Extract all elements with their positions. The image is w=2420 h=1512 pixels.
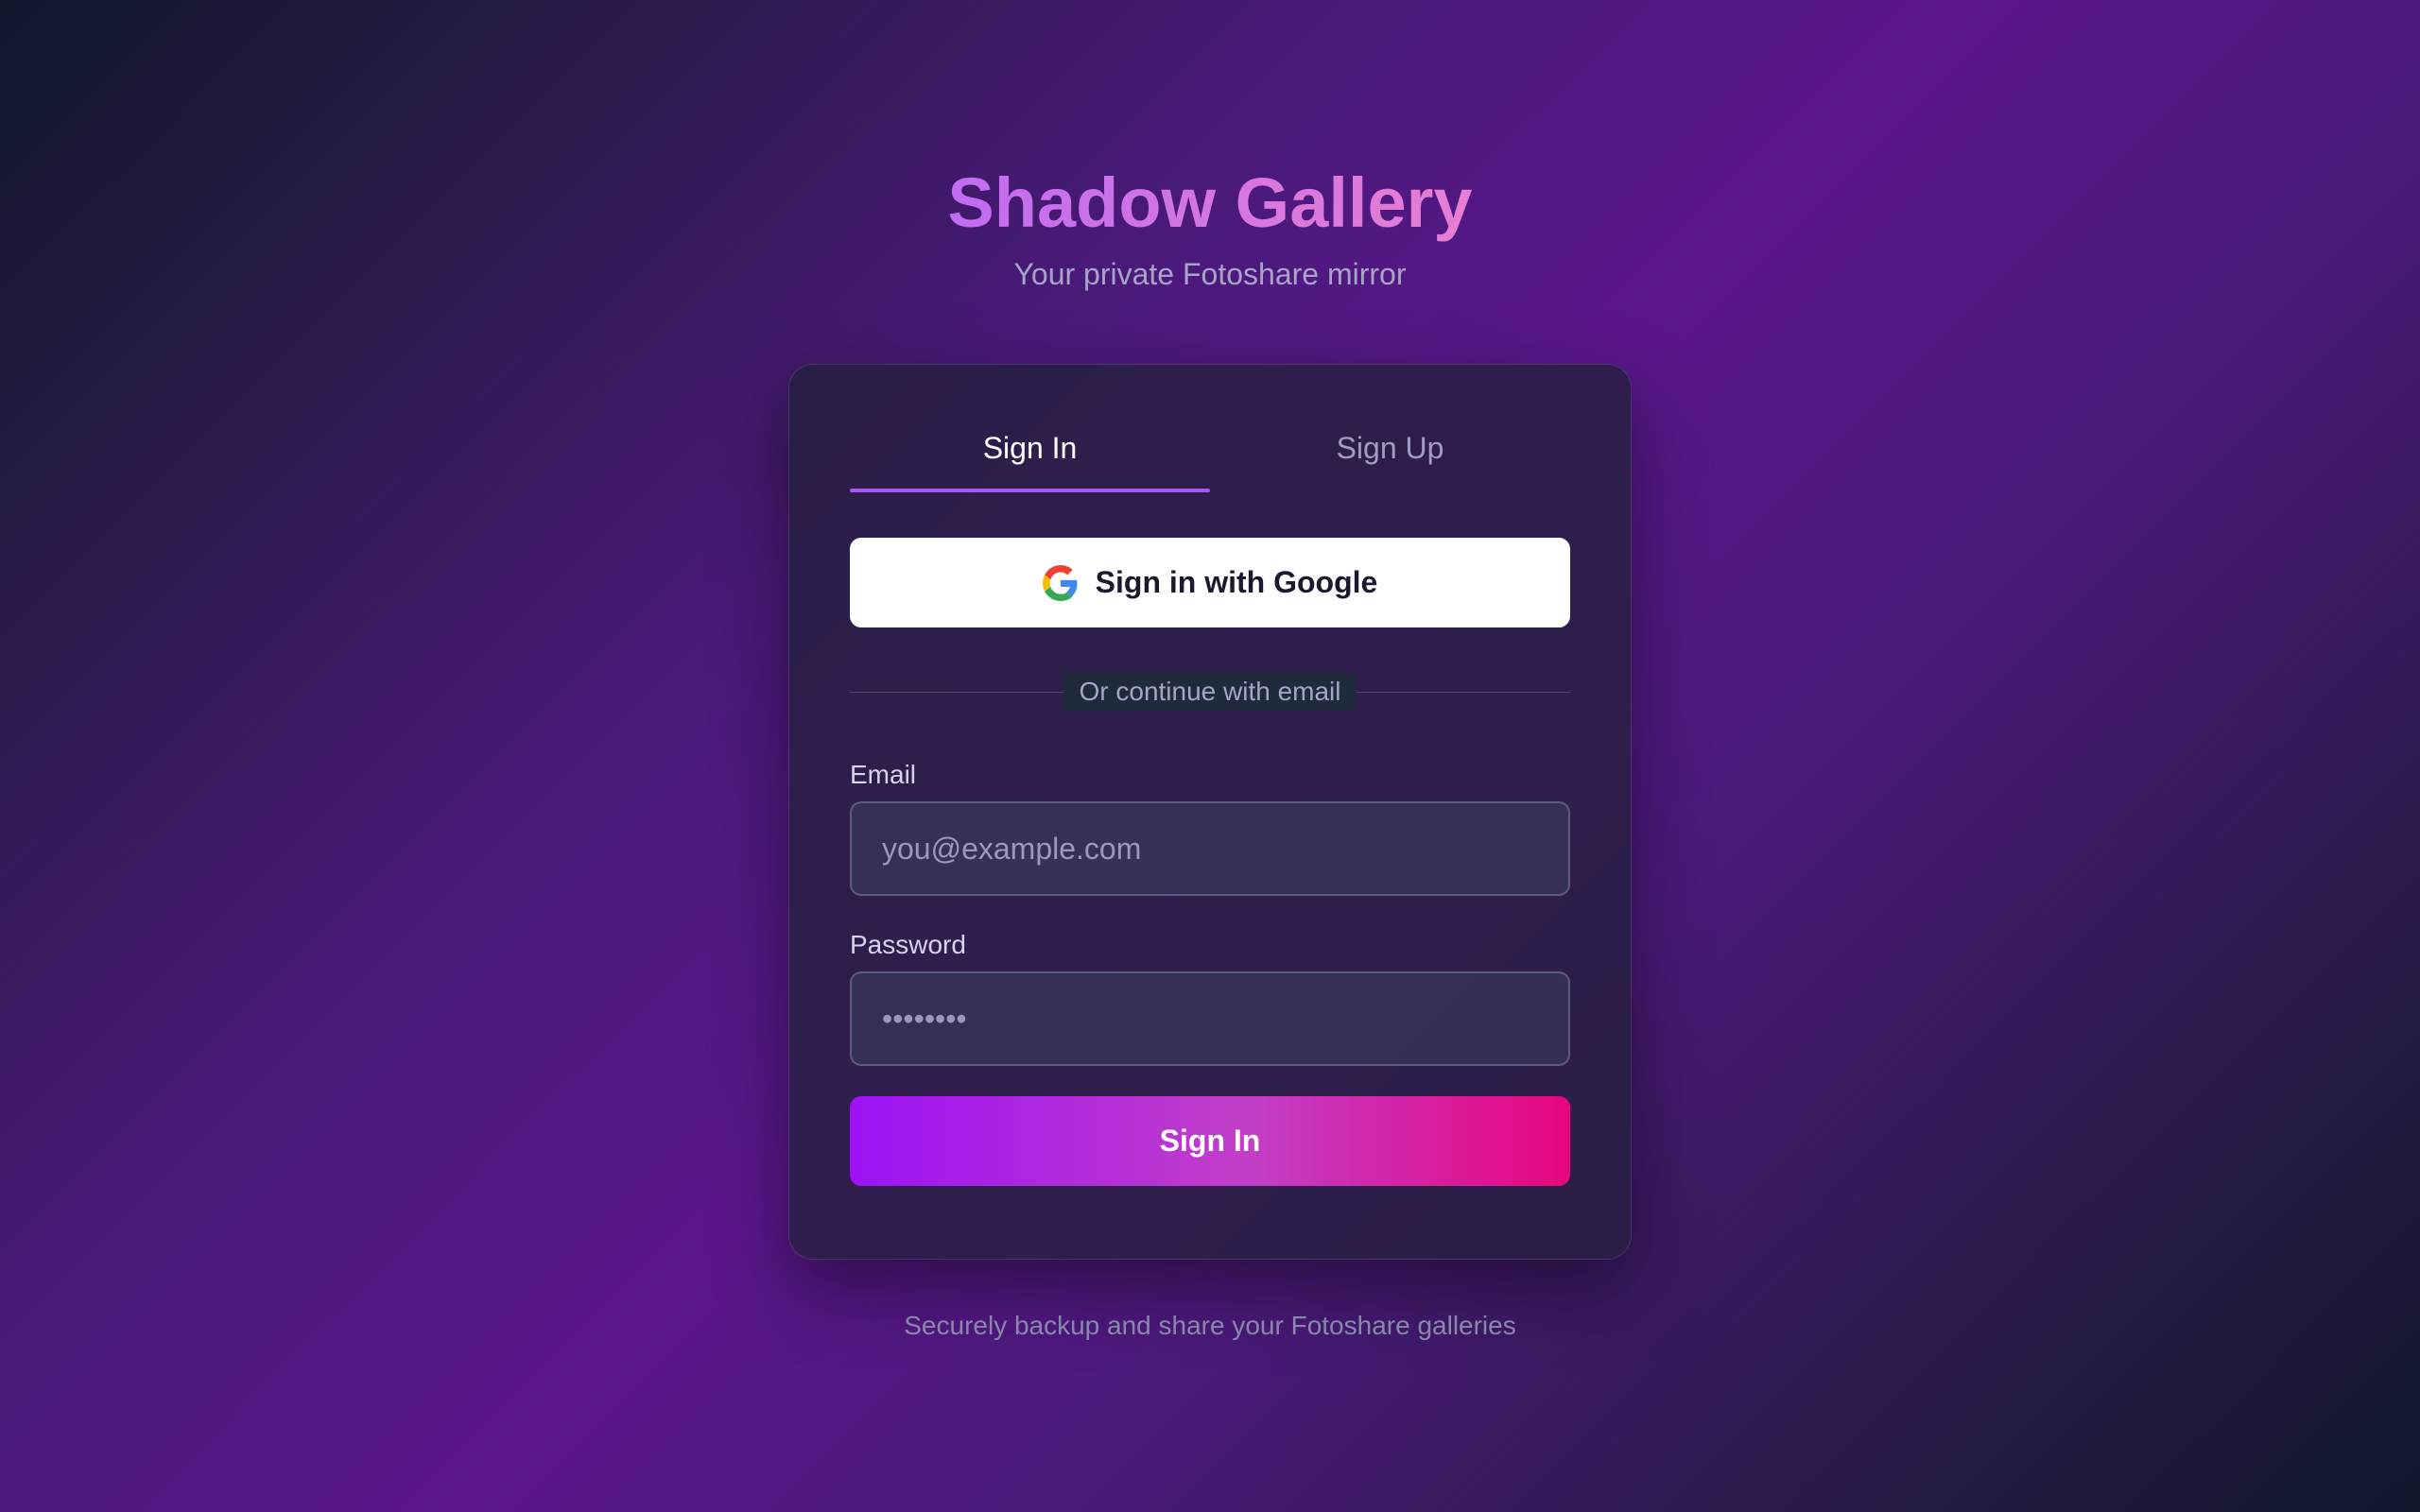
sign-in-button-label: Sign In <box>1159 1124 1261 1158</box>
email-label: Email <box>850 760 917 789</box>
email-divider: Or continue with email <box>850 673 1570 711</box>
password-field[interactable] <box>850 971 1570 1066</box>
tab-sign-up[interactable]: Sign Up <box>1210 420 1570 492</box>
tab-sign-in[interactable]: Sign In <box>850 420 1210 492</box>
auth-card: Sign In Sign Up Sign in with Google Or c… <box>788 364 1632 1260</box>
active-tab-indicator <box>850 489 1210 492</box>
auth-tabs: Sign In Sign Up <box>850 420 1570 492</box>
google-button-label: Sign in with Google <box>1095 565 1378 599</box>
footer-text: Securely backup and share your Fotoshare… <box>904 1311 1516 1340</box>
google-sign-in-button[interactable]: Sign in with Google <box>850 538 1570 627</box>
page-subtitle: Your private Fotoshare mirror <box>1013 257 1407 291</box>
sign-in-button[interactable]: Sign In <box>850 1096 1570 1186</box>
divider-text: Or continue with email <box>1063 673 1357 711</box>
page-header: Shadow Gallery Your private Fotoshare mi… <box>0 161 2420 292</box>
password-label: Password <box>850 930 966 959</box>
page-title: Shadow Gallery <box>947 161 1472 246</box>
google-g-icon <box>1042 564 1079 601</box>
email-field[interactable] <box>850 801 1570 896</box>
